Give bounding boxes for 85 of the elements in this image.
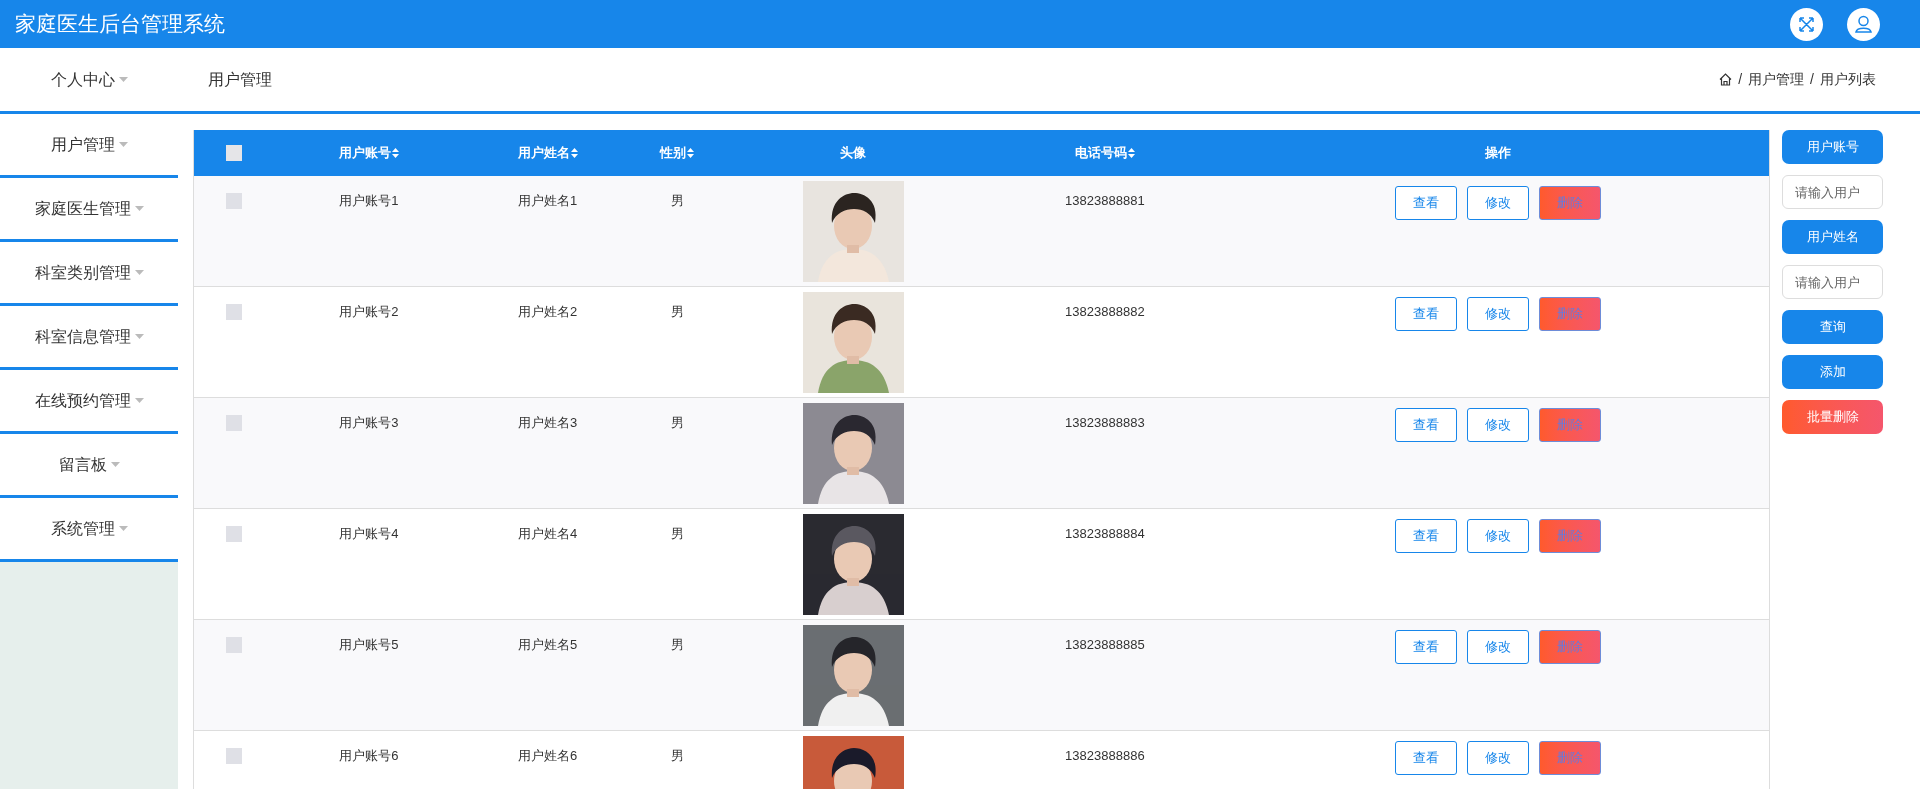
checkbox[interactable] — [225, 526, 242, 542]
table-cell-text: 用户姓名2 — [517, 303, 578, 321]
checkbox[interactable] — [225, 193, 242, 209]
field-label: 用户姓名 — [1782, 220, 1883, 254]
table-cell-text: 用户账号2 — [339, 303, 399, 321]
table-cell-text: 用户账号4 — [339, 525, 399, 543]
home-icon[interactable] — [1719, 73, 1733, 86]
action-button[interactable]: 查看 — [1394, 741, 1457, 775]
table-cell-text: 男 — [670, 192, 684, 210]
sidebar-item[interactable]: 系统管理 — [0, 498, 178, 562]
caret-icon — [118, 77, 128, 82]
breadcrumb-separator: / — [1810, 70, 1814, 89]
table-cell-text: 用户姓名5 — [517, 636, 578, 654]
action-button[interactable]: 查看 — [1394, 519, 1457, 553]
table-cell-text: 用户账号5 — [339, 636, 399, 654]
column-header[interactable]: 性别 — [660, 143, 695, 163]
table-cell-text: 用户姓名1 — [517, 192, 578, 210]
table-cell-text: 用户姓名6 — [517, 747, 578, 765]
sidebar-item[interactable]: 科室信息管理 — [0, 306, 178, 370]
breadcrumb-item[interactable]: 用户管理 — [1748, 69, 1805, 90]
sidebar-item[interactable]: 科室类别管理 — [0, 242, 178, 306]
action-button[interactable]: 查看 — [1394, 630, 1457, 664]
checkbox[interactable] — [225, 304, 242, 320]
table-cell-text: 男 — [670, 303, 684, 321]
table-cell-text: 用户账号3 — [339, 414, 399, 432]
column-header[interactable]: 电话号码 — [1074, 143, 1135, 163]
action-button[interactable]: 修改 — [1466, 186, 1529, 220]
table-cell-text: 13823888882 — [1065, 303, 1145, 321]
column-header[interactable]: 用户姓名 — [517, 143, 578, 163]
sort-icon[interactable] — [391, 148, 399, 158]
table-cell-text: 用户账号1 — [339, 192, 399, 210]
table-cell-text: 用户姓名3 — [517, 414, 578, 432]
action-button[interactable]: 修改 — [1466, 741, 1529, 775]
sidebar-item[interactable]: 留言板 — [0, 434, 178, 498]
action-button[interactable]: 修改 — [1466, 630, 1529, 664]
column-header: 操作 — [1484, 144, 1511, 163]
input-field[interactable]: 请输入用户 — [1782, 175, 1883, 209]
sort-icon[interactable] — [570, 148, 578, 158]
sort-icon[interactable] — [687, 148, 695, 158]
table-cell-text: 用户姓名4 — [517, 525, 578, 543]
table-cell-text: 13823888881 — [1065, 192, 1145, 210]
caret-icon — [110, 462, 120, 467]
table-cell-text: 13823888885 — [1065, 636, 1145, 654]
sidebar-item[interactable]: 在线预约管理 — [0, 370, 178, 434]
table-cell-text: 男 — [670, 747, 684, 765]
caret-icon — [134, 334, 144, 339]
field-label: 用户账号 — [1782, 130, 1883, 164]
action-button[interactable]: 修改 — [1466, 519, 1529, 553]
panel-button[interactable]: 查询 — [1782, 310, 1883, 344]
table-cell-text: 13823888883 — [1065, 414, 1145, 432]
column-header: 头像 — [840, 144, 867, 163]
caret-icon — [118, 526, 128, 531]
table-cell-text: 13823888884 — [1065, 525, 1145, 543]
panel-button[interactable]: 添加 — [1782, 355, 1883, 389]
table-cell-text: 男 — [670, 636, 684, 654]
app-title: 家庭医生后台管理系统 — [15, 11, 225, 38]
caret-icon — [134, 206, 144, 211]
fullscreen-icon[interactable] — [1790, 7, 1823, 41]
action-button[interactable]: 查看 — [1394, 186, 1457, 220]
action-button[interactable]: 修改 — [1466, 297, 1529, 331]
table-cell-text: 男 — [670, 525, 684, 543]
sort-icon[interactable] — [1127, 148, 1135, 158]
checkbox[interactable] — [225, 748, 242, 764]
page-title: 用户管理 — [208, 69, 272, 90]
input-field[interactable]: 请输入用户 — [1782, 265, 1883, 299]
breadcrumb-item[interactable]: 用户列表 — [1820, 69, 1876, 90]
table-cell-text: 13823888886 — [1065, 747, 1145, 765]
user-icon[interactable] — [1847, 7, 1880, 41]
action-button[interactable]: 查看 — [1394, 408, 1457, 442]
caret-icon — [134, 398, 144, 403]
batch-delete-button[interactable]: 批量删除 — [1782, 400, 1883, 434]
breadcrumb-separator: / — [1738, 70, 1743, 89]
menu-item[interactable]: 个人中心 — [50, 67, 128, 92]
column-header[interactable]: 用户账号 — [338, 143, 399, 163]
sidebar-item[interactable]: 用户管理 — [0, 114, 178, 178]
action-button[interactable]: 修改 — [1466, 408, 1529, 442]
sidebar-item[interactable]: 家庭医生管理 — [0, 178, 178, 242]
caret-icon — [118, 142, 128, 147]
caret-icon — [134, 270, 144, 275]
table-cell-text: 用户账号6 — [339, 747, 399, 765]
checkbox[interactable] — [225, 415, 242, 431]
checkbox[interactable] — [225, 637, 242, 653]
checkbox[interactable] — [225, 145, 242, 161]
action-button[interactable]: 查看 — [1394, 297, 1457, 331]
table-cell-text: 男 — [670, 414, 684, 432]
